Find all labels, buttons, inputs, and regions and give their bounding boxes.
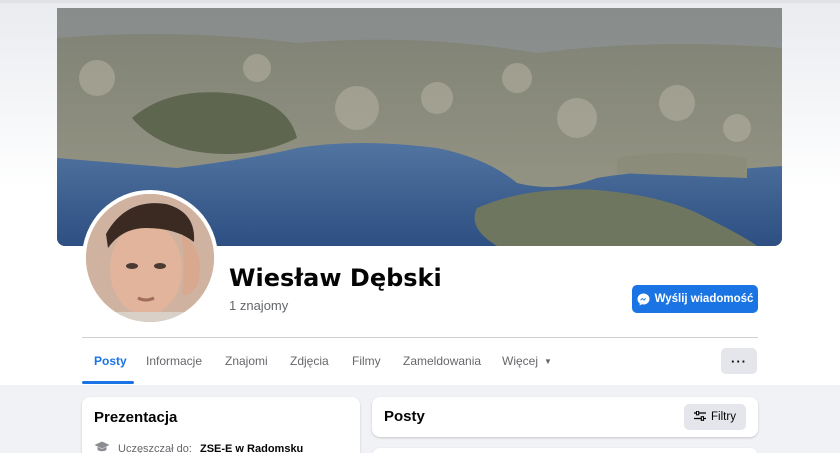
tab-zameldowania[interactable]: Zameldowania bbox=[403, 338, 481, 384]
messenger-icon bbox=[637, 293, 650, 306]
more-options-button[interactable]: ··· bbox=[721, 348, 757, 374]
tab-informacje[interactable]: Informacje bbox=[146, 338, 202, 384]
profile-avatar[interactable] bbox=[86, 194, 214, 322]
posts-title: Posty bbox=[384, 408, 425, 425]
top-rim bbox=[0, 0, 840, 3]
tab-posty[interactable]: Posty bbox=[94, 338, 127, 384]
filters-label: Filtry bbox=[711, 411, 736, 423]
posts-header-card: Posty Filtry bbox=[372, 397, 758, 437]
tab-filmy[interactable]: Filmy bbox=[352, 338, 381, 384]
caret-down-icon: ▼ bbox=[544, 356, 552, 366]
graduation-cap-icon bbox=[94, 441, 110, 453]
intro-card: Prezentacja Uczęszczał do: ZSE-E w Radom… bbox=[82, 397, 360, 453]
tab-label: Zameldowania bbox=[403, 354, 482, 368]
education-row: Uczęszczał do: ZSE-E w Radomsku bbox=[94, 441, 303, 453]
tab-label: Zdjęcia bbox=[290, 354, 329, 368]
next-post-card bbox=[372, 448, 758, 453]
active-tab-indicator bbox=[82, 381, 134, 384]
filters-button[interactable]: Filtry bbox=[684, 404, 746, 430]
intro-title: Prezentacja bbox=[94, 409, 178, 426]
education-prefix: Uczęszczał do: bbox=[118, 442, 192, 453]
tab-znajomi[interactable]: Znajomi bbox=[225, 338, 268, 384]
tab-wiecej[interactable]: Więcej ▼ bbox=[502, 338, 552, 384]
tab-label: Posty bbox=[94, 354, 127, 368]
sliders-icon bbox=[694, 410, 707, 424]
education-school-link[interactable]: ZSE-E w Radomsku bbox=[200, 443, 303, 453]
tab-zdjecia[interactable]: Zdjęcia bbox=[290, 338, 329, 384]
tab-label: Filmy bbox=[352, 354, 381, 368]
tab-label: Informacje bbox=[146, 354, 203, 368]
send-message-button[interactable]: Wyślij wiadomość bbox=[632, 285, 758, 313]
tab-label: Znajomi bbox=[225, 354, 268, 368]
send-message-label: Wyślij wiadomość bbox=[654, 293, 754, 305]
profile-name: Wiesław Dębski bbox=[229, 264, 442, 292]
tab-label: Więcej bbox=[502, 354, 539, 368]
friends-count[interactable]: 1 znajomy bbox=[229, 298, 288, 313]
